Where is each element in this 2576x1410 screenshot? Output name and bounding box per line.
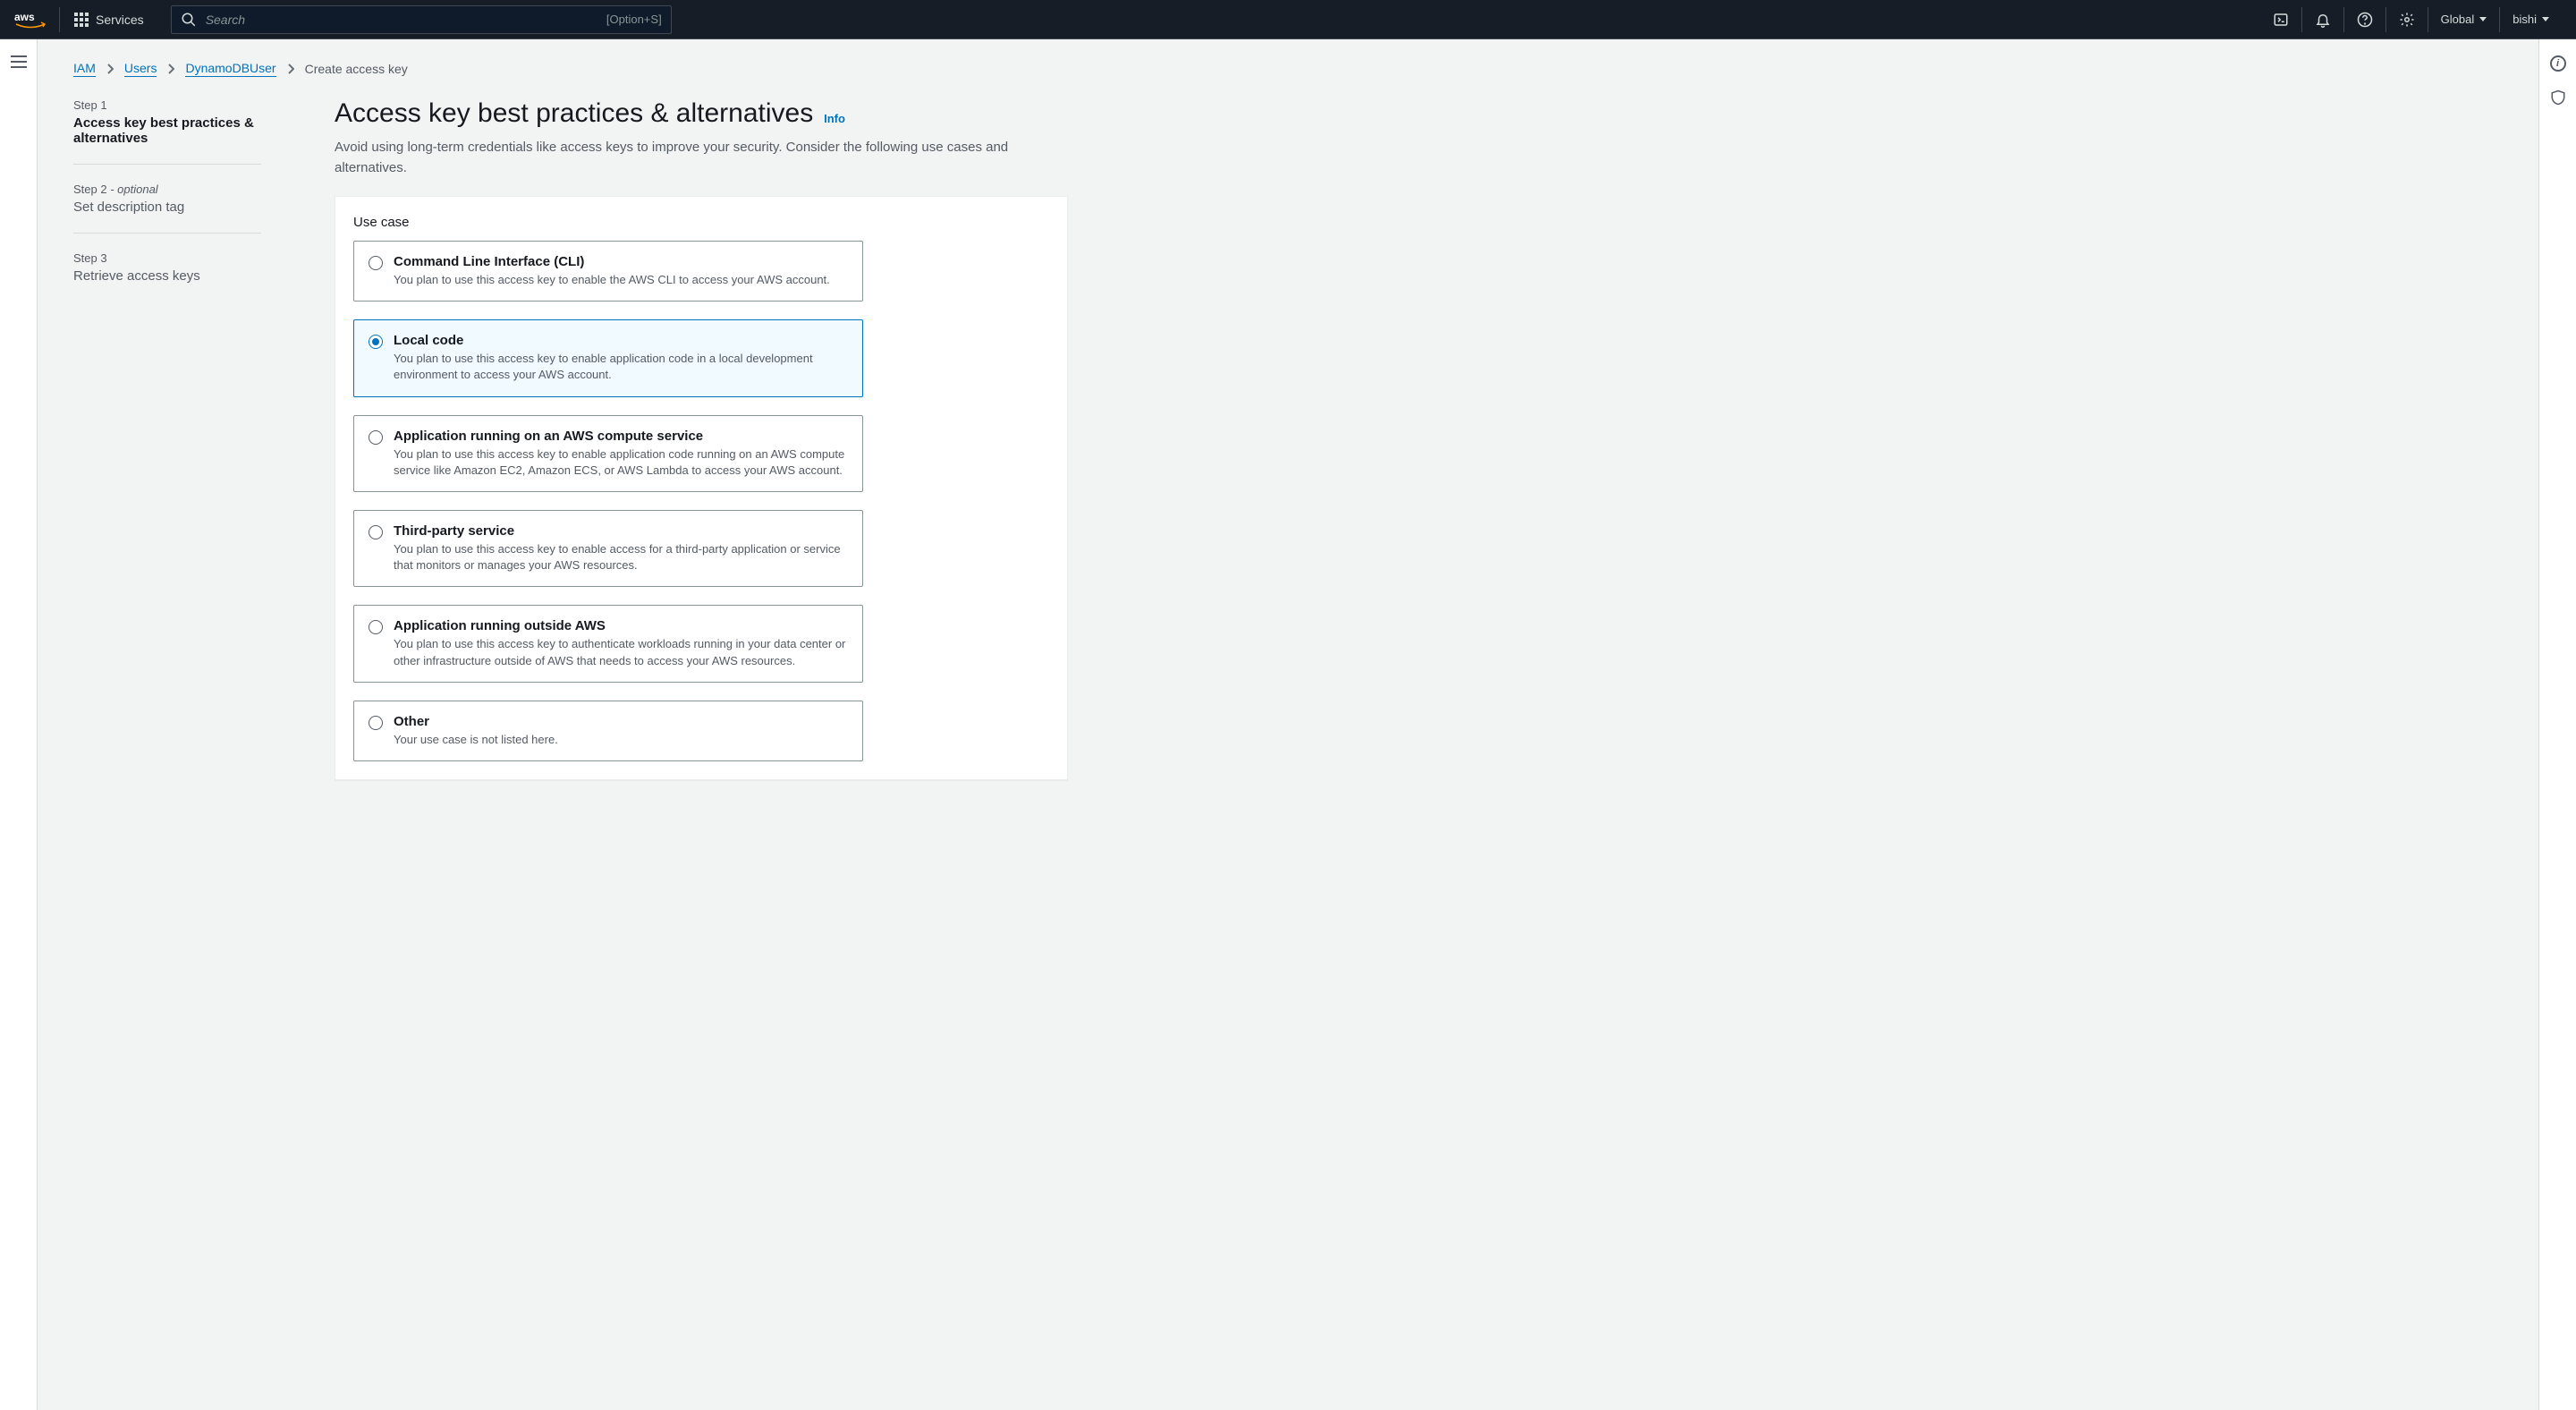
wizard-step-1[interactable]: Step 1 Access key best practices & alter… [73,98,261,165]
chevron-right-icon [106,64,114,74]
gear-icon [2399,12,2415,28]
radio-icon [369,256,383,270]
info-panel-toggle[interactable]: i [2550,55,2566,72]
aws-logo[interactable]: aws [14,7,60,32]
page-description: Avoid using long-term credentials like a… [335,138,1068,178]
top-nav: aws Services [Option+S] [0,0,2576,39]
usecase-card: Use case Command Line Interface (CLI) You… [335,196,1068,780]
main-content: IAM Users DynamoDBUser Create access key… [38,39,2538,1410]
usecase-option-desc: You plan to use this access key to enabl… [394,351,848,383]
bell-icon [2315,12,2331,28]
usecase-option-body: Application running on an AWS compute se… [394,429,848,479]
usecase-option-body: Other Your use case is not listed here. [394,714,848,748]
search-icon [181,12,197,28]
right-rail: i [2538,39,2576,1410]
cloudshell-icon [2273,12,2289,28]
caret-down-icon [2542,17,2549,21]
chevron-right-icon [287,64,294,74]
aws-logo-icon: aws [14,9,47,30]
wizard-step-name: Access key best practices & alternatives [73,115,261,146]
services-grid-icon [74,13,89,27]
breadcrumb: IAM Users DynamoDBUser Create access key [73,61,2503,77]
cloudshell-button[interactable] [2260,7,2302,32]
usecase-option[interactable]: Application running outside AWS You plan … [353,605,863,682]
usecase-option-title: Application running on an AWS compute se… [394,429,848,444]
wizard-content: Access key best practices & alternatives… [335,98,1068,780]
radio-icon [369,525,383,539]
wizard-step-optional: - optional [107,183,158,196]
account-menu[interactable]: bishi [2500,7,2562,32]
usecase-section-title: Use case [353,215,1049,230]
usecase-option-title: Local code [394,333,848,348]
user-label: bishi [2512,13,2537,26]
radio-icon [369,620,383,634]
wizard-step-name: Retrieve access keys [73,268,261,284]
usecase-option-desc: You plan to use this access key to enabl… [394,446,848,479]
wizard-step-num-label: Step 1 [73,98,107,112]
notifications-button[interactable] [2302,7,2344,32]
wizard-step-3[interactable]: Step 3 Retrieve access keys [73,251,261,302]
usecase-option[interactable]: Command Line Interface (CLI) You plan to … [353,241,863,302]
usecase-option-body: Application running outside AWS You plan … [394,618,848,668]
help-button[interactable] [2344,7,2386,32]
usecase-option-body: Third-party service You plan to use this … [394,523,848,573]
caret-down-icon [2479,17,2487,21]
usecase-option-desc: You plan to use this access key to authe… [394,636,848,668]
top-nav-right: Global bishi [2260,7,2562,32]
services-button[interactable]: Services [74,13,157,27]
search-input[interactable] [206,13,597,27]
search-shortcut-label: [Option+S] [606,13,662,26]
services-label: Services [96,13,144,27]
usecase-option-desc: You plan to use this access key to enabl… [394,272,848,288]
side-nav-toggle[interactable] [11,55,27,68]
breadcrumb-users[interactable]: Users [124,61,157,77]
wizard-nav: Step 1 Access key best practices & alter… [73,98,261,780]
settings-button[interactable] [2386,7,2428,32]
usecase-option-title: Other [394,714,848,729]
wizard-step-name: Set description tag [73,200,261,215]
usecase-option-title: Command Line Interface (CLI) [394,254,848,269]
breadcrumb-dynamodbuser[interactable]: DynamoDBUser [185,61,275,77]
usecase-option-desc: You plan to use this access key to enabl… [394,541,848,573]
usecase-option[interactable]: Local code You plan to use this access ke… [353,319,863,396]
search-box[interactable]: [Option+S] [171,5,672,34]
chevron-right-icon [167,64,174,74]
usecase-option[interactable]: Other Your use case is not listed here. [353,701,863,761]
help-icon [2357,12,2373,28]
usecase-option-body: Local code You plan to use this access ke… [394,333,848,383]
radio-icon [369,716,383,730]
usecase-option-body: Command Line Interface (CLI) You plan to … [394,254,848,288]
region-label: Global [2441,13,2475,26]
breadcrumb-iam[interactable]: IAM [73,61,96,77]
usecase-option-title: Third-party service [394,523,848,539]
security-panel-icon[interactable] [2550,89,2566,106]
left-rail [0,39,38,1410]
radio-icon [369,430,383,445]
page-header: Access key best practices & alternatives… [335,98,1068,178]
wizard-step-2[interactable]: Step 2 - optional Set description tag [73,183,261,234]
wizard-step-num-label: Step 2 [73,183,107,196]
wizard-step-num-label: Step 3 [73,251,107,265]
info-link[interactable]: Info [824,112,845,125]
usecase-option-desc: Your use case is not listed here. [394,732,848,748]
svg-text:aws: aws [14,11,35,23]
region-selector[interactable]: Global [2428,7,2501,32]
usecase-option[interactable]: Third-party service You plan to use this … [353,510,863,587]
usecase-option-title: Application running outside AWS [394,618,848,633]
breadcrumb-current: Create access key [305,62,408,76]
page-title: Access key best practices & alternatives [335,98,813,128]
usecase-option[interactable]: Application running on an AWS compute se… [353,415,863,492]
radio-icon [369,335,383,349]
